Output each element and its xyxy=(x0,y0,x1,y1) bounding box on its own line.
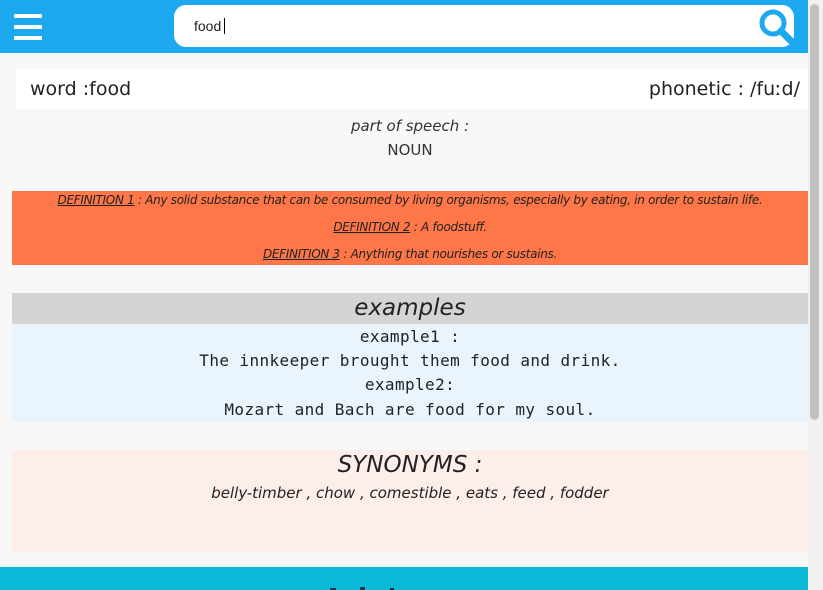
text-cursor xyxy=(224,18,225,34)
magnifier-icon[interactable] xyxy=(757,8,797,46)
definition-item: DEFINITION 2 : A foodstuff. xyxy=(12,220,808,234)
example-label: example2: xyxy=(364,375,456,394)
search-input[interactable] xyxy=(194,16,734,36)
definition-text: : A foodstuff. xyxy=(410,220,487,234)
example-label: example1 : xyxy=(359,327,461,346)
part-of-speech-label: part of speech : xyxy=(350,117,470,135)
definition-text: : Anything that nourishes or sustains. xyxy=(339,247,558,261)
hamburger-menu-icon[interactable] xyxy=(14,12,42,42)
definition-label: DEFINITION 3 xyxy=(262,247,340,261)
example-sentence: Mozart and Bach are food for my soul. xyxy=(224,400,596,419)
definition-text: : Any solid substance that can be consum… xyxy=(134,193,763,207)
definition-item: DEFINITION 1 : Any solid substance that … xyxy=(12,193,808,207)
examples-heading: examples xyxy=(12,293,808,324)
footer-bar xyxy=(0,567,808,590)
definition-item: DEFINITION 3 : Anything that nourishes o… xyxy=(12,247,808,261)
scrollbar-thumb[interactable] xyxy=(810,4,819,420)
top-bar xyxy=(0,0,808,53)
part-of-speech-value: NOUN xyxy=(387,141,433,159)
synonyms-heading: SYNONYMS : xyxy=(337,452,483,478)
definition-label: DEFINITION 2 xyxy=(333,220,411,234)
search-box xyxy=(174,5,794,47)
example-sentence: The innkeeper brought them food and drin… xyxy=(199,351,621,370)
dictionary-app: word :food phonetic : /fuːd/ part of spe… xyxy=(0,0,823,590)
part-of-speech: part of speech : NOUN xyxy=(12,114,808,162)
definition-label: DEFINITION 1 xyxy=(57,193,135,207)
synonyms-list: belly-timber , chow , comestible , eats … xyxy=(211,484,609,502)
examples-panel: example1 : The innkeeper brought them fo… xyxy=(12,324,808,422)
word-header: word :food phonetic : /fuːd/ xyxy=(16,69,808,109)
phonetic-text: phonetic : /fuːd/ xyxy=(648,78,800,100)
synonyms-panel: SYNONYMS : belly-timber , chow , comesti… xyxy=(12,450,808,552)
word-title: word :food xyxy=(30,78,132,100)
vertical-scrollbar[interactable] xyxy=(808,0,823,590)
definitions-panel: DEFINITION 1 : Any solid substance that … xyxy=(12,191,808,265)
